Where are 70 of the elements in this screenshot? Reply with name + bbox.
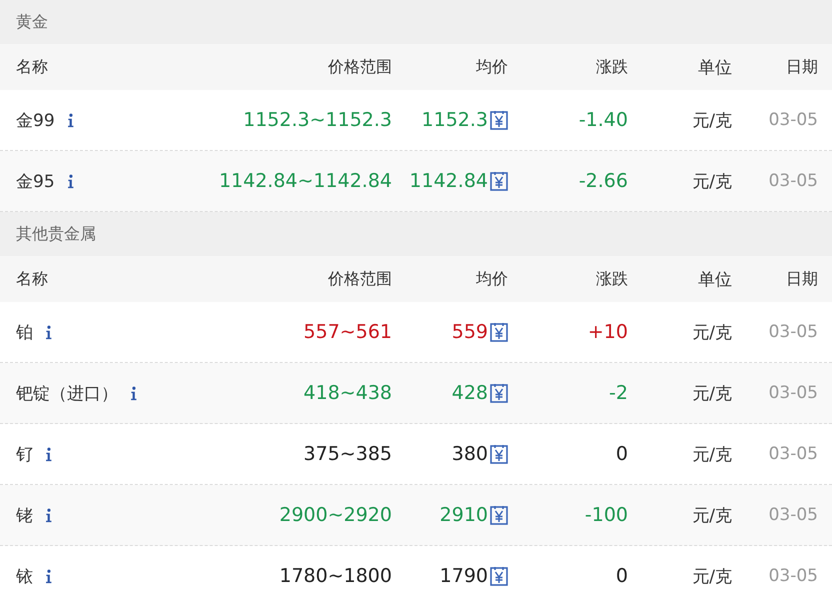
info-icon[interactable]: [45, 568, 52, 584]
average-price: 2910: [440, 504, 488, 526]
date: 03-05: [768, 383, 818, 403]
average-price: 380: [452, 443, 488, 465]
price-change: 0: [616, 565, 628, 587]
price-range: 557~561: [304, 321, 392, 343]
metal-name: 金99: [16, 110, 55, 132]
price-range: 1142.84~1142.84: [218, 170, 392, 192]
date: 03-05: [768, 171, 818, 191]
change-header: 涨跌: [596, 56, 628, 78]
price-range-header: 价格范围: [328, 56, 392, 78]
yen-calendar-icon[interactable]: [490, 383, 508, 403]
info-icon[interactable]: [45, 324, 52, 340]
section-title: 其他贵金属: [0, 212, 832, 256]
average-header: 均价: [476, 268, 508, 290]
unit: 元/克: [692, 382, 732, 404]
average-price: 1152.3: [422, 109, 488, 131]
unit: 元/克: [692, 566, 732, 588]
price-range: 1780~1800: [279, 565, 392, 587]
price-change: -2: [609, 382, 628, 404]
average-price: 428: [452, 382, 488, 404]
date: 03-05: [768, 566, 818, 586]
date: 03-05: [768, 110, 818, 130]
price-range-header: 价格范围: [328, 268, 392, 290]
unit-header: 单位: [698, 268, 732, 290]
unit-header: 单位: [698, 56, 732, 78]
price-change: -1.40: [578, 109, 628, 131]
price-change: +10: [588, 321, 628, 343]
info-icon[interactable]: [66, 112, 74, 128]
unit: 元/克: [692, 170, 732, 192]
yen-calendar-icon[interactable]: [490, 171, 508, 191]
unit: 元/克: [692, 444, 732, 466]
name-header: 名称: [16, 268, 48, 290]
average-price: 559: [452, 321, 488, 343]
section-title: 黄金: [0, 0, 832, 44]
yen-calendar-icon[interactable]: [490, 505, 508, 525]
price-change: -100: [584, 504, 628, 526]
change-header: 涨跌: [596, 268, 628, 290]
info-icon[interactable]: [66, 174, 74, 188]
info-icon[interactable]: [45, 508, 52, 522]
average-header: 均价: [476, 56, 508, 78]
metal-name: 铱: [16, 566, 33, 588]
metal-name: 钌: [16, 444, 33, 466]
yen-calendar-icon[interactable]: [490, 110, 508, 130]
name-header: 名称: [16, 56, 48, 78]
price-range: 375~385: [304, 443, 392, 465]
date: 03-05: [768, 322, 818, 342]
date: 03-05: [768, 505, 818, 525]
price-range: 418~438: [304, 382, 392, 404]
date-header: 日期: [786, 268, 818, 290]
date: 03-05: [768, 444, 818, 464]
price-change: -2.66: [578, 170, 628, 192]
unit: 元/克: [692, 322, 732, 344]
average-price: 1790: [440, 565, 488, 587]
price-range: 2900~2920: [279, 504, 392, 526]
yen-calendar-icon[interactable]: [490, 566, 508, 586]
average-price: 1142.84: [409, 170, 488, 192]
metal-name: 铂: [16, 322, 33, 344]
price-change: 0: [616, 443, 628, 465]
metal-name: 金95: [16, 170, 55, 192]
metal-name: 铑: [16, 504, 33, 526]
price-range: 1152.3~1152.3: [243, 109, 392, 131]
info-icon[interactable]: [130, 386, 137, 400]
yen-calendar-icon[interactable]: [490, 322, 508, 342]
info-icon[interactable]: [45, 446, 52, 462]
unit: 元/克: [692, 504, 732, 526]
unit: 元/克: [692, 110, 732, 132]
yen-calendar-icon[interactable]: [490, 444, 508, 464]
date-header: 日期: [786, 56, 818, 78]
metal-name: 钯锭（进口）: [16, 382, 118, 404]
